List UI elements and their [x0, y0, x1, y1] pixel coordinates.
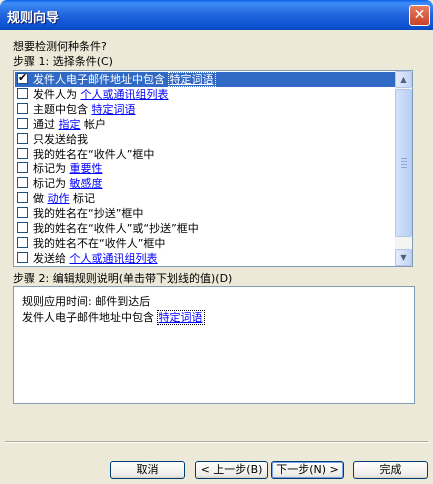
condition-label: 做 动作 标记 [33, 191, 95, 206]
condition-row[interactable]: 只发送给我 [15, 132, 395, 147]
condition-label: 发件人电子邮件地址中包含 特定词语 [33, 72, 216, 87]
condition-text: 通过 [33, 117, 59, 131]
condition-label: 我的姓名在“收件人”或“抄送”框中 [33, 221, 199, 236]
condition-label: 通过 指定 帐户 [33, 117, 106, 132]
condition-row[interactable]: 发件人为 个人或通讯组列表 [15, 87, 395, 102]
step1-label: 步骤 1: 选择条件(C) [13, 55, 113, 68]
condition-checkbox[interactable]: ✔ [17, 71, 28, 84]
condition-row[interactable]: 标记为 敏感度 [15, 176, 395, 191]
description-line-2-text: 发件人电子邮件地址中包含 [22, 311, 158, 324]
grip-line [401, 161, 407, 162]
condition-checkbox[interactable] [17, 251, 28, 263]
specific-words-link[interactable]: 特定词语 [156, 310, 205, 325]
condition-text: 做 [33, 192, 48, 206]
scrollbar-thumb[interactable] [395, 89, 412, 237]
scroll-down-arrow-icon[interactable]: ▼ [395, 249, 412, 266]
condition-value-link[interactable]: 重要性 [70, 162, 103, 175]
condition-label: 主题中包含 特定词语 [33, 102, 136, 117]
title-bar: 规则向导 ✕ [0, 0, 433, 30]
condition-row[interactable]: 发送给 个人或通讯组列表 [15, 251, 395, 266]
condition-text: 发件人电子邮件地址中包含 [33, 73, 169, 86]
condition-label: 只发送给我 [33, 132, 88, 147]
back-button[interactable]: < 上一步(B) [195, 461, 268, 479]
condition-text: 标记 [69, 192, 95, 206]
cancel-button[interactable]: 取消 [110, 461, 185, 479]
condition-value-link[interactable]: 特定词语 [167, 72, 216, 87]
condition-checkbox[interactable] [17, 132, 28, 144]
grip-line [401, 167, 407, 168]
condition-text: 发送给 [33, 251, 70, 265]
condition-checkbox[interactable] [17, 102, 28, 114]
condition-label: 标记为 敏感度 [33, 176, 103, 191]
condition-label: 标记为 重要性 [33, 161, 103, 176]
condition-row[interactable]: 我的姓名在“收件人”或“抄送”框中 [15, 221, 395, 236]
condition-text: 我的姓名在“收件人”或“抄送”框中 [33, 222, 199, 235]
question-label: 想要检测何种条件? [13, 40, 107, 53]
condition-checkbox[interactable] [17, 87, 28, 99]
condition-label: 我的姓名在“抄送”框中 [33, 206, 143, 221]
condition-row[interactable]: 我的姓名不在“收件人”框中 [15, 236, 395, 251]
condition-text: 我的姓名在“收件人”框中 [33, 147, 155, 161]
scroll-up-arrow-icon[interactable]: ▲ [395, 71, 412, 88]
condition-row[interactable]: 我的姓名在“收件人”框中 [15, 147, 395, 162]
condition-label: 发送给 个人或通讯组列表 [33, 251, 158, 266]
description-line-2: 发件人电子邮件地址中包含 特定词语 [22, 309, 205, 325]
condition-text: 主题中包含 [33, 102, 92, 116]
grip-line [401, 164, 407, 165]
condition-value-link[interactable]: 特定词语 [92, 103, 136, 116]
condition-label: 我的姓名在“收件人”框中 [33, 147, 154, 162]
condition-checkbox[interactable] [17, 177, 28, 189]
condition-text: 只发送给我 [33, 132, 88, 146]
step2-label: 步骤 2: 编辑规则说明(单击带下划线的值)(D) [13, 272, 233, 285]
condition-row[interactable]: 做 动作 标记 [15, 191, 395, 206]
grip-line [401, 158, 407, 159]
finish-button[interactable]: 完成 [353, 461, 428, 479]
condition-row[interactable]: 标记为 重要性 [15, 161, 395, 176]
rule-description-box: 规则应用时间: 邮件到达后 发件人电子邮件地址中包含 特定词语 [13, 286, 415, 404]
check-icon: ✔ [18, 71, 28, 84]
conditions-list[interactable]: ✔ 发件人电子邮件地址中包含 特定词语 发件人为 个人或通讯组列表 主题中包含 特定词… [13, 70, 413, 267]
next-button[interactable]: 下一步(N) > [271, 461, 344, 479]
condition-value-link[interactable]: 指定 [59, 118, 81, 131]
condition-checkbox[interactable] [17, 207, 28, 219]
button-separator [5, 441, 428, 443]
condition-label: 发件人为 个人或通讯组列表 [33, 87, 169, 102]
condition-checkbox[interactable] [17, 236, 28, 248]
condition-label: 我的姓名不在“收件人”框中 [33, 236, 165, 251]
condition-value-link[interactable]: 动作 [48, 192, 70, 205]
condition-text: 发件人为 [33, 87, 81, 101]
condition-text: 标记为 [33, 177, 70, 191]
description-line-1: 规则应用时间: 邮件到达后 [22, 295, 151, 308]
condition-checkbox[interactable] [17, 162, 28, 174]
condition-checkbox[interactable] [17, 117, 28, 129]
close-button[interactable]: ✕ [409, 5, 430, 26]
condition-checkbox[interactable] [17, 222, 28, 233]
condition-value-link[interactable]: 个人或通讯组列表 [70, 252, 158, 265]
condition-value-link[interactable]: 个人或通讯组列表 [81, 88, 169, 101]
condition-text: 我的姓名在“抄送”框中 [33, 207, 144, 221]
condition-text: 帐户 [80, 117, 106, 131]
condition-value-link[interactable]: 敏感度 [70, 177, 103, 190]
condition-row[interactable]: 通过 指定 帐户 [15, 117, 395, 132]
condition-text: 我的姓名不在“收件人”框中 [33, 236, 166, 250]
condition-row[interactable]: 主题中包含 特定词语 [15, 102, 395, 117]
condition-checkbox[interactable] [17, 192, 28, 204]
window-title: 规则向导 [7, 11, 60, 26]
condition-row[interactable]: 我的姓名在“抄送”框中 [15, 206, 395, 221]
condition-text: 标记为 [33, 162, 70, 176]
conditions-scrollbar[interactable]: ▲ ▼ [395, 71, 412, 266]
condition-checkbox[interactable] [17, 147, 28, 159]
condition-row[interactable]: ✔ 发件人电子邮件地址中包含 特定词语 [15, 71, 395, 87]
